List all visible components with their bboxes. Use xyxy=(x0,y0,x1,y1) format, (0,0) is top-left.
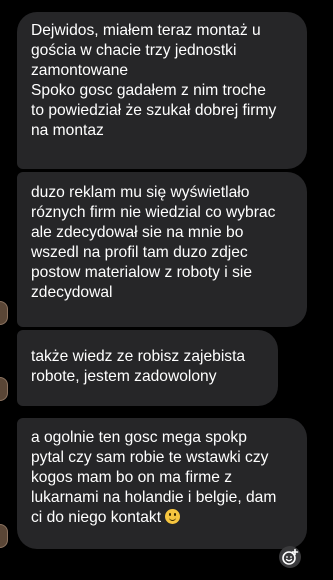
sender-avatar-partial[interactable] xyxy=(0,524,8,548)
message-text-line: postow materialow z roboty i sie xyxy=(31,264,253,281)
sender-avatar-partial[interactable] xyxy=(0,377,8,401)
message-text-line: kogos mam bo on ma firme z xyxy=(31,469,233,486)
message-text-line: na montaz xyxy=(31,122,104,139)
message-text-line: lukarnami na holandie i belgie, dam xyxy=(31,489,277,506)
message-text-line: ci do niego kontakt xyxy=(31,508,297,528)
message-text-line: Dejwidos, miałem teraz montaż u xyxy=(31,22,261,39)
message-bubble[interactable]: Dejwidos, miałem teraz montaż u gościa w… xyxy=(17,12,307,169)
message-text-line: gościa w chacie trzy jednostki xyxy=(31,42,237,59)
sender-avatar-partial[interactable] xyxy=(0,301,8,325)
message-text-segment: ci do niego kontakt xyxy=(31,509,162,526)
smiley-plus-icon[interactable] xyxy=(279,546,301,568)
message-text-line: a ogolnie ten gosc mega spokp xyxy=(31,429,247,446)
message-bubble[interactable]: także wiedz ze robisz zajebista robote, … xyxy=(17,330,278,406)
message-text-line: ale zdecydował sie na mnie bo xyxy=(31,224,244,241)
add-reaction-icon-graphic xyxy=(282,548,299,565)
message-text-line: wszedl na profil tam duzo zdjec xyxy=(31,244,248,261)
message-text-line: duzo reklam mu się wyświetlało xyxy=(31,184,250,201)
message-text-line: pytal czy sam robie te wstawki czy xyxy=(31,449,269,466)
message-text-line: także wiedz ze robisz zajebista xyxy=(31,348,246,365)
message-bubble[interactable]: a ogolnie ten gosc mega spokp pytal czy … xyxy=(17,418,307,549)
emoji-mouth xyxy=(169,517,177,521)
message-bubble[interactable]: duzo reklam mu się wyświetlało róznych f… xyxy=(17,172,307,327)
message-text-line: róznych firm nie wiedzial co wybrac xyxy=(31,204,276,221)
smiling-face-emoji-icon xyxy=(165,509,181,524)
message-text-line: Spoko gosc gadałem z nim troche xyxy=(31,82,266,99)
message-text-line: robote, jestem zadowolony xyxy=(31,368,217,385)
message-text-line: zdecydowal xyxy=(31,284,113,301)
message-text-line: zamontowane xyxy=(31,62,129,79)
message-text-line: to powiedział że szukał dobrej firmy xyxy=(31,102,277,119)
